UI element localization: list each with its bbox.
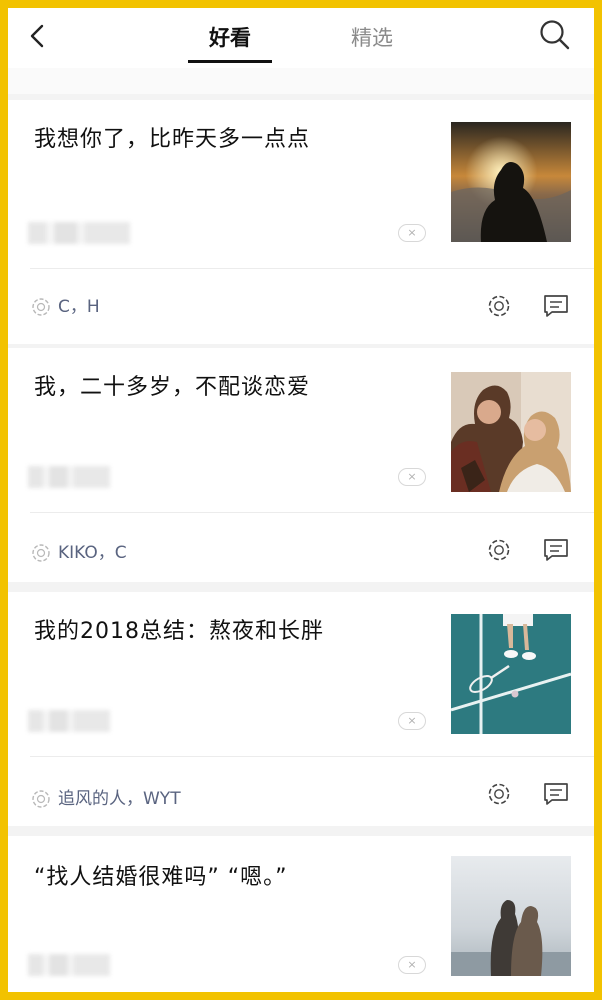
liked-by-names: 追风的人，WYT [58,789,181,809]
blurred-source-name [28,222,130,244]
dismiss-button[interactable]: × [398,468,426,486]
blurred-source-name [28,710,110,732]
article-thumbnail[interactable] [451,372,571,492]
article-thumbnail[interactable] [451,856,571,976]
top-nav-bar: 好看 精选 [8,8,594,72]
article-thumbnail[interactable] [451,122,571,242]
dismiss-button[interactable]: × [398,224,426,242]
wow-flower-icon [32,544,50,562]
comment-icon[interactable] [542,781,570,807]
app-screen: 好看 精选 我想你了，比昨天多一点点 × C，H 我，二十多岁，不配谈恋爱 × … [8,8,594,992]
feed-card[interactable]: 我的2018总结：熬夜和长胖 × 追风的人，WYT [8,592,594,826]
article-title[interactable]: 我的2018总结：熬夜和长胖 [34,616,434,648]
article-title[interactable]: 我想你了，比昨天多一点点 [34,124,434,156]
article-title[interactable]: 我，二十多岁，不配谈恋爱 [34,372,434,404]
comment-icon[interactable] [542,293,570,319]
dismiss-button[interactable]: × [398,956,426,974]
chevron-left-icon[interactable] [26,22,50,50]
tab-jingxuan[interactable]: 精选 [332,18,412,58]
dismiss-button[interactable]: × [398,712,426,730]
wow-like-icon[interactable] [486,781,512,807]
feed-card[interactable]: 我，二十多岁，不配谈恋爱 × KIKO，C [8,348,594,582]
wow-like-icon[interactable] [486,293,512,319]
device-frame: 好看 精选 我想你了，比昨天多一点点 × C，H 我，二十多岁，不配谈恋爱 × … [0,0,602,1000]
wow-like-icon[interactable] [486,537,512,563]
blurred-source-name [28,954,110,976]
wow-flower-icon [32,298,50,316]
wow-flower-icon [32,790,50,808]
article-thumbnail[interactable] [451,614,571,734]
feed-card[interactable]: “找人结婚很难吗” “嗯。” × [8,836,594,992]
tab-haokan[interactable]: 好看 [190,18,270,58]
previous-card-edge [8,68,594,94]
blurred-source-name [28,466,110,488]
article-title[interactable]: “找人结婚很难吗” “嗯。” [34,862,454,894]
active-tab-indicator [188,60,272,63]
card-divider [30,756,594,757]
search-icon[interactable] [538,18,572,52]
liked-by-names: C，H [58,297,100,317]
card-divider [30,512,594,513]
comment-icon[interactable] [542,537,570,563]
card-divider [30,268,594,269]
liked-by-names: KIKO，C [58,543,127,563]
feed-card[interactable]: 我想你了，比昨天多一点点 × C，H [8,100,594,344]
